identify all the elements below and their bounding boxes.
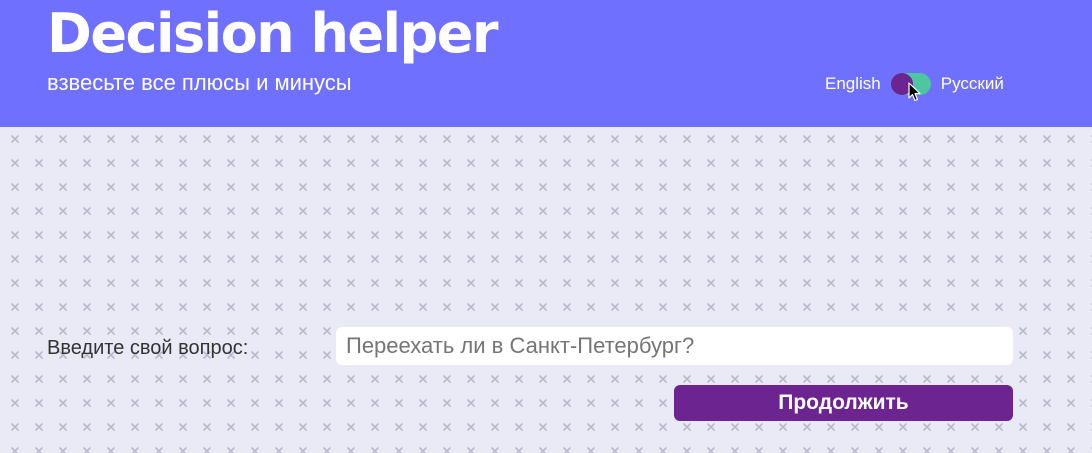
- language-switch: English Русский: [825, 72, 1004, 102]
- question-label: Введите свой вопрос:: [47, 337, 249, 359]
- header: Decision helper взвесьте все плюсы и мин…: [0, 0, 1092, 127]
- language-english-label[interactable]: English: [825, 72, 881, 96]
- mouse-cursor-icon: [908, 82, 921, 102]
- question-input[interactable]: [336, 327, 1013, 365]
- app-title: Decision helper: [47, 2, 498, 65]
- language-toggle[interactable]: [890, 73, 931, 102]
- page: Decision helper взвесьте все плюсы и мин…: [0, 0, 1092, 453]
- continue-button[interactable]: Продолжить: [674, 385, 1013, 421]
- app-subtitle: взвесьте все плюсы и минусы: [47, 70, 352, 95]
- language-russian-label[interactable]: Русский: [941, 72, 1004, 96]
